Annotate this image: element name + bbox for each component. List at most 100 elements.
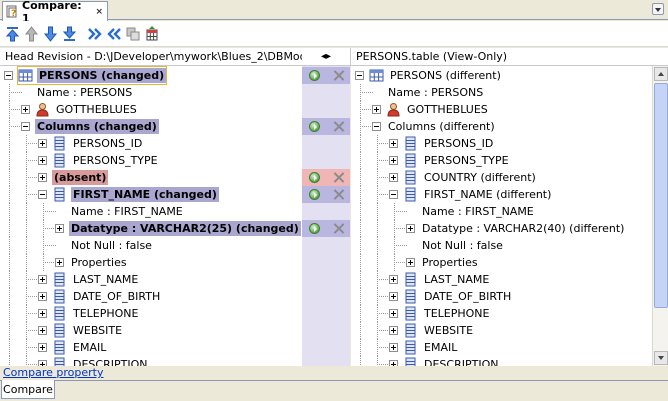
scroll-down-button[interactable] <box>654 351 668 365</box>
next-difference-button[interactable] <box>42 24 59 43</box>
tree-row[interactable]: DATE_OF_BIRTH <box>0 288 302 305</box>
tree-node-first-name-changed[interactable]: FIRST_NAME (changed) <box>52 186 219 203</box>
expand-icon[interactable] <box>406 224 415 233</box>
tree-row[interactable]: Not Null : false <box>351 237 652 254</box>
expand-icon[interactable] <box>55 224 64 233</box>
expand-icon[interactable] <box>406 258 415 267</box>
tree-node-date-of-birth[interactable]: DATE_OF_BIRTH <box>403 288 513 305</box>
previous-difference-button[interactable] <box>23 24 40 43</box>
tree-node-datatype-varchar2-25-changed[interactable]: Datatype : VARCHAR2(25) (changed) <box>69 220 301 237</box>
tree-row[interactable]: PERSONS (different) <box>351 67 652 84</box>
compare-property-link[interactable]: Compare property <box>3 366 103 380</box>
tree-row[interactable]: GOTTHEBLUES <box>351 101 652 118</box>
expand-icon[interactable] <box>38 326 47 335</box>
scroll-thumb[interactable] <box>654 83 668 308</box>
tree-row[interactable]: Columns (different) <box>351 118 652 135</box>
tree-node-gottheblues[interactable]: GOTTHEBLUES <box>35 101 139 118</box>
tree-row[interactable]: Name : PERSONS <box>351 84 652 101</box>
tree-node-name-persons[interactable]: Name : PERSONS <box>35 84 134 101</box>
left-tree-pane[interactable]: PERSONS (changed) Name : PERSONS GOTTHEBLU… <box>0 66 302 366</box>
apply-change-icon[interactable] <box>308 121 320 132</box>
reject-change-icon[interactable] <box>333 70 344 81</box>
expand-icon[interactable] <box>38 309 47 318</box>
tree-node-persons-type[interactable]: PERSONS_TYPE <box>403 152 511 169</box>
apply-change-icon[interactable] <box>308 70 320 81</box>
expand-icon[interactable] <box>389 173 398 182</box>
scroll-up-button[interactable] <box>654 67 668 81</box>
tree-row[interactable]: Name : FIRST_NAME <box>351 203 652 220</box>
tree-row[interactable]: PERSONS_TYPE <box>351 152 652 169</box>
tree-node-telephone[interactable]: TELEPHONE <box>52 305 141 322</box>
tree-node-name-first-name[interactable]: Name : FIRST_NAME <box>420 203 536 220</box>
tree-row[interactable]: Datatype : VARCHAR2(40) (different) <box>351 220 652 237</box>
tree-row[interactable]: DESCRIPTION <box>351 356 652 366</box>
apply-change-icon[interactable] <box>308 189 320 200</box>
apply-change-icon[interactable] <box>308 172 320 183</box>
tree-node-persons-type[interactable]: PERSONS_TYPE <box>52 152 160 169</box>
tree-row[interactable]: PERSONS (changed) <box>0 66 302 85</box>
tree-node-last-name[interactable]: LAST_NAME <box>52 271 140 288</box>
merge-all-left-button[interactable] <box>105 24 122 43</box>
expand-icon[interactable] <box>372 105 381 114</box>
tree-row[interactable]: PERSONS_ID <box>351 135 652 152</box>
apply-change-icon[interactable] <box>308 223 320 234</box>
tree-node-website[interactable]: WEBSITE <box>403 322 475 339</box>
expand-icon[interactable] <box>38 139 47 148</box>
expand-icon[interactable] <box>38 275 47 284</box>
navigation-arrows[interactable]: ◂▸ <box>302 48 350 66</box>
tree-node-email[interactable]: EMAIL <box>403 339 459 356</box>
expand-icon[interactable] <box>38 173 47 182</box>
expand-icon[interactable] <box>38 156 47 165</box>
tree-row[interactable]: Name : PERSONS <box>0 84 302 101</box>
tree-row[interactable]: Name : FIRST_NAME <box>0 203 302 220</box>
expand-icon[interactable] <box>389 326 398 335</box>
collapse-icon[interactable] <box>372 122 381 131</box>
tree-row[interactable]: (absent) <box>0 169 302 186</box>
last-difference-button[interactable] <box>61 24 78 43</box>
collapse-icon[interactable] <box>38 190 47 199</box>
tree-row[interactable]: DESCRIPTION <box>0 356 302 366</box>
tree-node-telephone[interactable]: TELEPHONE <box>403 305 492 322</box>
tree-node-persons-changed[interactable]: PERSONS (changed) <box>16 66 168 85</box>
tree-row[interactable]: COUNTRY (different) <box>351 169 652 186</box>
tree-row[interactable]: EMAIL <box>0 339 302 356</box>
tree-row[interactable]: TELEPHONE <box>0 305 302 322</box>
tree-row[interactable]: Properties <box>0 254 302 271</box>
tree-node-persons-id[interactable]: PERSONS_ID <box>52 135 144 152</box>
first-difference-button[interactable] <box>4 24 21 43</box>
tree-node-not-null-false[interactable]: Not Null : false <box>69 237 154 254</box>
vertical-scrollbar[interactable] <box>652 66 668 366</box>
close-tab-icon[interactable]: × <box>95 7 103 17</box>
expand-icon[interactable] <box>21 105 30 114</box>
tree-row[interactable]: TELEPHONE <box>351 305 652 322</box>
tree-node-properties[interactable]: Properties <box>420 254 480 271</box>
tree-node-persons-different[interactable]: PERSONS (different) <box>369 67 503 84</box>
tree-row[interactable]: WEBSITE <box>351 322 652 339</box>
tree-node-datatype-varchar2-40-different[interactable]: Datatype : VARCHAR2(40) (different) <box>420 220 626 237</box>
reject-change-icon[interactable] <box>333 189 344 200</box>
copy-button[interactable] <box>124 24 141 43</box>
tree-row[interactable]: LAST_NAME <box>351 271 652 288</box>
tree-row[interactable]: PERSONS_ID <box>0 135 302 152</box>
tree-row[interactable]: FIRST_NAME (different) <box>351 186 652 203</box>
tree-row[interactable]: FIRST_NAME (changed) <box>0 186 302 203</box>
tree-node-last-name[interactable]: LAST_NAME <box>403 271 491 288</box>
tree-row[interactable]: Not Null : false <box>0 237 302 254</box>
merge-all-right-button[interactable] <box>86 24 103 43</box>
left-right-arrows-icon[interactable]: ◂▸ <box>321 51 331 62</box>
tree-node-description[interactable]: DESCRIPTION <box>52 356 149 366</box>
tree-row[interactable]: Datatype : VARCHAR2(25) (changed) <box>0 220 302 237</box>
tree-row[interactable]: PERSONS_TYPE <box>0 152 302 169</box>
expand-icon[interactable] <box>389 292 398 301</box>
expand-icon[interactable] <box>389 156 398 165</box>
tree-row[interactable]: EMAIL <box>351 339 652 356</box>
tab-compare[interactable]: Compare <box>1 380 55 399</box>
tree-node-email[interactable]: EMAIL <box>52 339 108 356</box>
tree-node-columns-changed[interactable]: Columns (changed) <box>35 118 159 135</box>
reject-change-icon[interactable] <box>333 121 344 132</box>
tree-row[interactable]: GOTTHEBLUES <box>0 101 302 118</box>
tree-row[interactable]: Properties <box>351 254 652 271</box>
collapse-icon[interactable] <box>4 71 13 80</box>
tree-row[interactable]: DATE_OF_BIRTH <box>351 288 652 305</box>
tree-node-description[interactable]: DESCRIPTION <box>403 356 500 366</box>
